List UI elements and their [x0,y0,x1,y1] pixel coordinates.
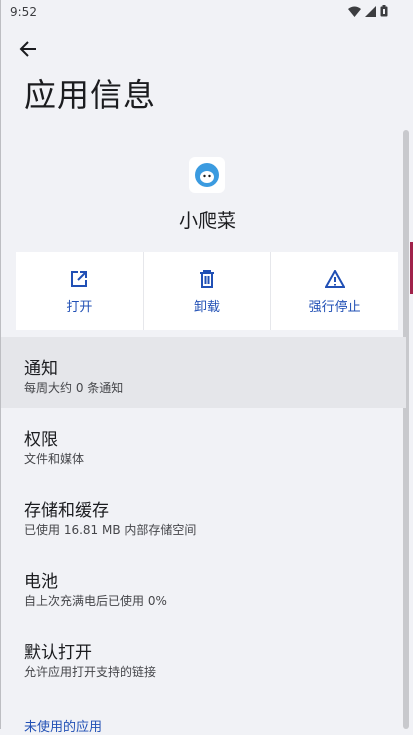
app-logo-icon [195,163,219,187]
unused-apps-section-header: 未使用的应用 [24,720,103,735]
open-in-new-icon [68,268,90,290]
setting-title: 权限 [24,430,58,450]
setting-title: 通知 [24,359,58,379]
page-title: 应用信息 [24,76,157,114]
permissions-setting[interactable]: 权限 文件和媒体 [1,408,406,479]
settings-list: 通知 每周大约 0 条通知 权限 文件和媒体 存储和缓存 已使用 16.81 M… [1,337,406,692]
status-bar: 9:52 [1,0,413,24]
notifications-setting[interactable]: 通知 每周大约 0 条通知 [1,337,406,408]
app-info-screen: 9:52 应用信息 小爬菜 打开 卸载 强行停止 通知 每周大约 0 条通知 权… [0,0,413,735]
setting-summary: 允许应用打开支持的链接 [24,665,157,679]
uninstall-button[interactable]: 卸载 [143,252,271,330]
action-buttons: 打开 卸载 强行停止 [16,252,399,330]
force-stop-button-label: 强行停止 [308,299,361,315]
back-button[interactable] [15,36,41,62]
setting-summary: 文件和媒体 [24,452,85,466]
setting-title: 默认打开 [24,643,92,663]
app-name: 小爬菜 [178,210,236,232]
open-button[interactable]: 打开 [16,252,143,330]
open-by-default-setting[interactable]: 默认打开 允许应用打开支持的链接 [1,621,406,692]
trash-icon [196,268,218,290]
warning-icon [324,268,346,290]
storage-setting[interactable]: 存储和缓存 已使用 16.81 MB 内部存储空间 [1,479,406,550]
status-icons [348,5,388,17]
arrow-back-icon [19,41,36,57]
uninstall-button-label: 卸载 [194,299,221,315]
setting-summary: 已使用 16.81 MB 内部存储空间 [24,523,197,537]
signal-icon [365,5,376,17]
wifi-icon [348,6,361,17]
setting-title: 存储和缓存 [24,501,109,521]
setting-summary: 自上次充满电后已使用 0% [24,594,167,608]
app-icon [189,157,225,193]
status-time: 9:52 [10,5,37,19]
force-stop-button[interactable]: 强行停止 [271,252,399,330]
open-button-label: 打开 [66,299,93,315]
battery-setting[interactable]: 电池 自上次充满电后已使用 0% [1,550,406,621]
battery-icon [380,5,388,17]
setting-title: 电池 [24,572,58,592]
setting-summary: 每周大约 0 条通知 [24,381,124,395]
